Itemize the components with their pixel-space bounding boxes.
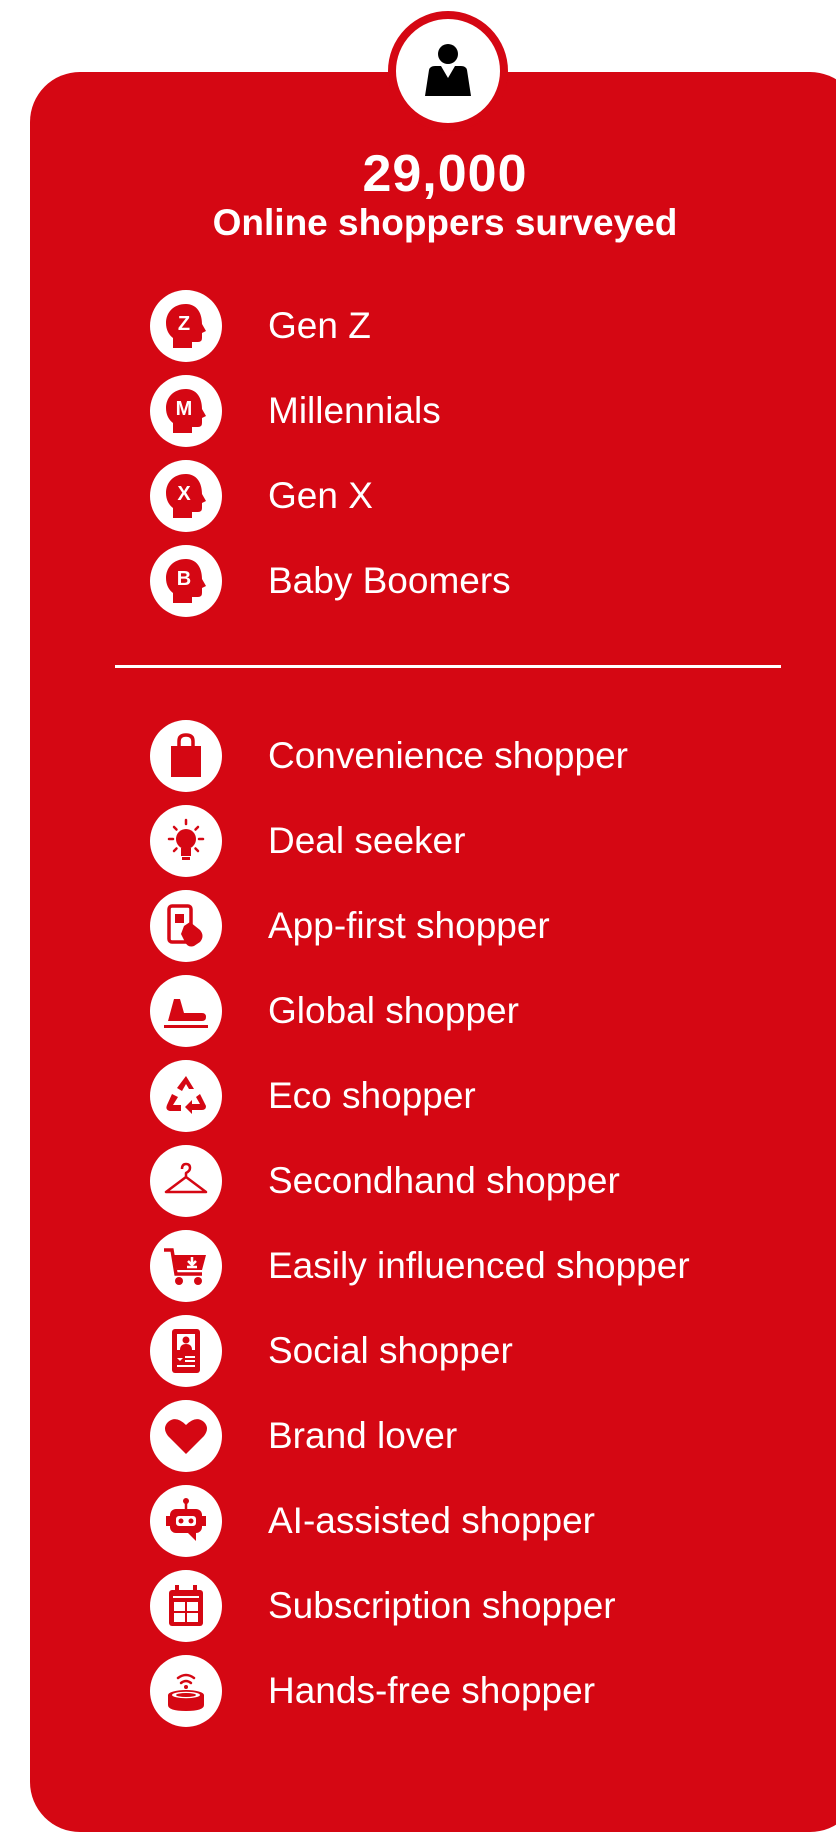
- shopper-row-ai-assisted: AI-assisted shopper: [150, 1485, 595, 1557]
- shopper-row-secondhand: Secondhand shopper: [150, 1145, 620, 1217]
- gen-z-head-icon: Z: [150, 290, 222, 362]
- airplane-icon: [150, 975, 222, 1047]
- svg-text:Z: Z: [178, 313, 190, 335]
- phone-tap-icon: [150, 890, 222, 962]
- shopper-label: Global shopper: [268, 990, 519, 1031]
- shopper-row-hands-free: Hands-free shopper: [150, 1655, 595, 1727]
- shopper-label: AI-assisted shopper: [268, 1500, 596, 1541]
- generation-label: Gen Z: [268, 305, 371, 346]
- section-divider: [115, 665, 781, 668]
- shopper-row-brand-lover: Brand lover: [150, 1400, 457, 1472]
- shopper-row-easily-influenced: Easily influenced shopper: [150, 1230, 690, 1302]
- social-profile-icon: [150, 1315, 222, 1387]
- generation-label: Gen X: [268, 475, 373, 516]
- shopper-row-convenience: Convenience shopper: [150, 720, 628, 792]
- svg-text:X: X: [177, 483, 191, 505]
- shopper-row-social: Social shopper: [150, 1315, 513, 1387]
- robot-icon: [150, 1485, 222, 1557]
- person-icon: [425, 44, 471, 96]
- shopper-label: Eco shopper: [268, 1075, 476, 1116]
- stat-number: 29,000: [362, 145, 528, 203]
- shopper-label: Brand lover: [268, 1415, 458, 1456]
- shopper-row-eco: Eco shopper: [150, 1060, 476, 1132]
- generation-row-gen-z: Z Gen Z: [150, 290, 371, 362]
- svg-text:M: M: [176, 398, 193, 420]
- person-badge: [388, 11, 508, 131]
- shopper-label: Secondhand shopper: [268, 1160, 620, 1201]
- shopper-label: Subscription shopper: [268, 1585, 616, 1626]
- heart-icon: [150, 1400, 222, 1472]
- shopper-label: Deal seeker: [268, 820, 466, 861]
- shopper-label: Hands-free shopper: [268, 1670, 596, 1711]
- shopper-label: Easily influenced shopper: [268, 1245, 690, 1286]
- shopper-row-app-first: App-first shopper: [150, 890, 550, 962]
- shopper-row-subscription: Subscription shopper: [150, 1570, 616, 1642]
- shopper-label: Convenience shopper: [268, 735, 628, 776]
- smart-speaker-icon: [150, 1655, 222, 1727]
- shopper-row-global: Global shopper: [150, 975, 519, 1047]
- shopper-label: App-first shopper: [268, 905, 550, 946]
- svg-text:B: B: [177, 568, 191, 590]
- calendar-icon: [150, 1570, 222, 1642]
- generation-row-gen-x: X Gen X: [150, 460, 373, 532]
- shopper-label: Social shopper: [268, 1330, 513, 1371]
- stat-label: Online shoppers surveyed: [212, 202, 678, 243]
- lightbulb-icon: [150, 805, 222, 877]
- hanger-icon: [150, 1145, 222, 1217]
- generation-row-millennials: M Millennials: [150, 375, 441, 447]
- shopping-bag-icon: [150, 720, 222, 792]
- generation-row-baby-boomers: B Baby Boomers: [150, 545, 511, 617]
- millennials-head-icon: M: [150, 375, 222, 447]
- recycle-icon: [150, 1060, 222, 1132]
- gen-x-head-icon: X: [150, 460, 222, 532]
- cart-icon: [150, 1230, 222, 1302]
- baby-boomers-head-icon: B: [150, 545, 222, 617]
- generation-label: Baby Boomers: [268, 560, 511, 601]
- shopper-row-deal-seeker: Deal seeker: [150, 805, 465, 877]
- generation-label: Millennials: [268, 390, 441, 431]
